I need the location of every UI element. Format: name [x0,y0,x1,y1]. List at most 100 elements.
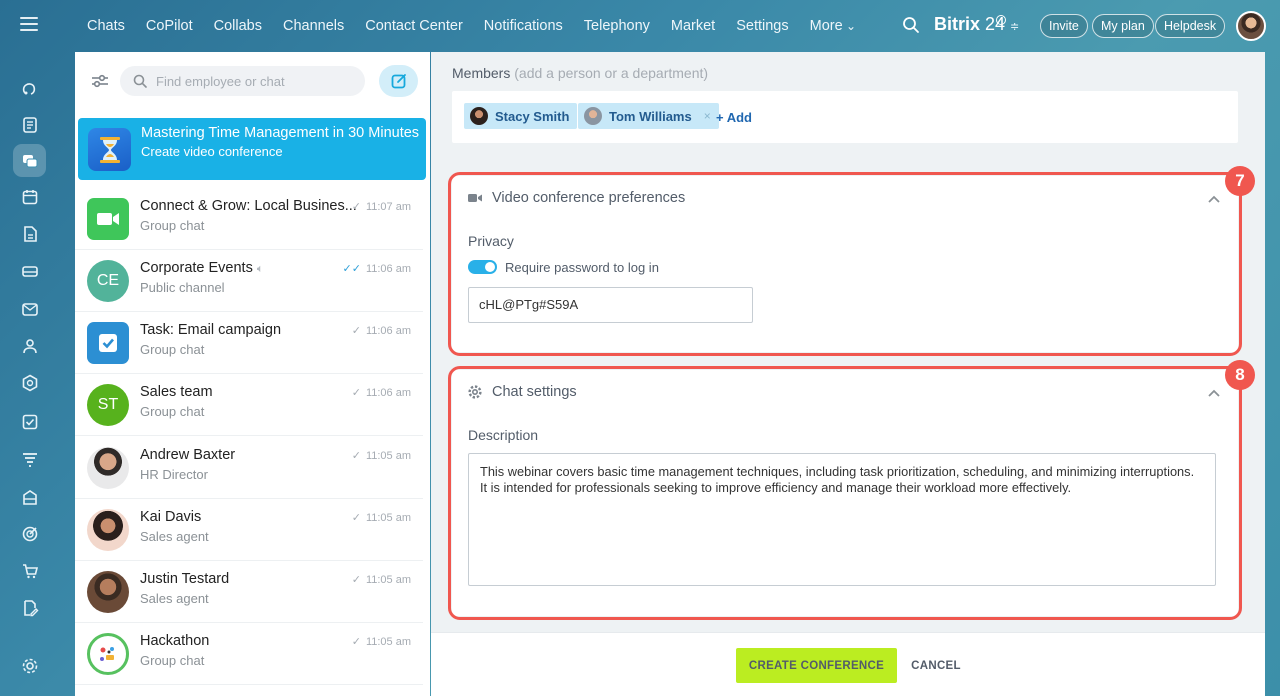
chat-item-kai-davis[interactable]: Kai Davis Sales agent ✓ 11:05 am [75,499,423,561]
member-chip-stacy-smith[interactable]: Stacy Smith [464,103,578,129]
nav-notifications[interactable]: Notifications [484,18,563,34]
password-input[interactable]: cHL@PTg#S59A [468,287,753,323]
chat-time: ✓ 11:05 am [351,512,411,524]
chat-time: ✓ 11:06 am [351,325,411,337]
sliders-icon[interactable]: ≑ [1010,20,1019,33]
user-avatar[interactable] [1236,11,1266,41]
read-check-icon: ✓ [351,574,361,586]
filter-icon[interactable] [90,72,110,90]
nav-more[interactable]: More [810,18,856,34]
video-camera-icon [468,194,482,202]
form-footer: CREATE CONFERENCE CANCEL [431,632,1265,696]
chat-name: Kai Davis [140,509,202,525]
chat-search-input[interactable]: Find employee or chat [120,66,365,96]
avatar [584,107,602,125]
chat-type: Group chat [140,218,205,233]
chat-settings-section: Chat settings Description This webinar c… [452,370,1238,616]
chat-item-andrew-baxter[interactable]: Andrew Baxter HR Director ✓ 11:05 am [75,437,423,499]
hexagon-icon[interactable] [13,366,46,399]
nav-telephony[interactable]: Telephony [584,18,650,34]
top-nav: Chats CoPilot Collabs Channels Contact C… [87,0,877,52]
chat-name: Task: Email campaign [140,322,282,338]
chevron-up-icon[interactable] [1206,191,1222,207]
nav-channels[interactable]: Channels [283,18,344,34]
feed-icon[interactable] [13,72,46,105]
menu-icon[interactable] [20,17,38,31]
avatar [87,571,129,613]
add-member-link[interactable]: + Add [716,110,752,125]
chat-item-hackathon[interactable]: Hackathon Group chat ✓ 11:05 am [75,623,423,685]
clock-icon [996,15,1006,25]
brand-logo[interactable]: Bitrix 24 [934,14,1005,35]
building-icon[interactable] [13,480,46,513]
search-icon[interactable] [902,16,920,34]
helpdesk-button[interactable]: Helpdesk [1155,14,1226,38]
hackathon-icon [87,633,129,675]
drive-icon[interactable] [13,254,46,287]
invite-button[interactable]: Invite [1040,14,1088,38]
section-title: Video conference preferences [492,190,686,206]
cancel-button[interactable]: CANCEL [907,648,965,683]
read-check-icon: ✓ [351,387,361,399]
member-chip-tom-williams[interactable]: Tom Williams × [578,103,719,129]
read-check-icon: ✓ [351,512,361,524]
require-password-toggle[interactable] [468,260,497,274]
video-conference-preferences-section: Video conference preferences Privacy Req… [452,176,1238,352]
mail-icon[interactable] [13,292,46,325]
chat-item-email-campaign[interactable]: Task: Email campaign Group chat ✓ 11:06 a… [75,312,423,374]
require-password-label: Require password to log in [505,260,659,275]
nav-chats[interactable]: Chats [87,18,125,34]
nav-settings[interactable]: Settings [736,18,788,34]
nav-contact-center[interactable]: Contact Center [365,18,463,34]
target-icon[interactable] [13,517,46,550]
chat-item-corporate-events[interactable]: CE Corporate Events 🔈︎ Public channel ✓✓… [75,250,423,312]
chat-icon[interactable] [13,144,46,177]
chat-type: Group chat [140,342,205,357]
avatar [470,107,488,125]
tasks-icon[interactable] [13,405,46,438]
members-label: Members (add a person or a department) [452,65,709,81]
chat-name: Hackathon [140,633,210,649]
task-icon [87,322,129,364]
chat-name: Sales team [140,384,213,400]
description-label: Description [468,427,539,443]
chat-name: Andrew Baxter [140,447,236,463]
member-name: Stacy Smith [495,108,570,124]
chat-item-justin-testard[interactable]: Justin Testard Sales agent ✓ 11:05 am [75,561,423,623]
new-chat-button[interactable] [379,65,418,97]
news-icon[interactable] [13,108,46,141]
edit-doc-icon[interactable] [13,591,46,624]
document-icon[interactable] [13,217,46,250]
chat-type: Group chat [140,404,205,419]
description-textarea[interactable]: This webinar covers basic time managemen… [468,453,1216,586]
chat-time: ✓ 11:05 am [351,574,411,586]
chat-role: HR Director [140,467,208,482]
compose-icon [391,74,406,89]
read-double-check-icon: ✓✓ [342,263,361,275]
settings-icon[interactable] [13,649,46,682]
contacts-icon[interactable] [13,329,46,362]
remove-member-icon[interactable]: × [704,109,711,123]
chat-subtitle: Create video conference [141,144,283,159]
step-badge-8: 8 [1225,360,1255,390]
create-conference-button[interactable]: CREATE CONFERENCE [736,648,897,683]
cart-icon[interactable] [13,554,46,587]
my-plan-button[interactable]: My plan [1092,14,1154,38]
search-placeholder: Find employee or chat [156,74,285,89]
members-field[interactable]: Stacy Smith Tom Williams × + Add [452,91,1238,143]
funnel-icon[interactable] [13,442,46,475]
chat-item-sales-team[interactable]: ST Sales team Group chat ✓ 11:06 am [75,374,423,436]
nav-collabs[interactable]: Collabs [214,18,262,34]
nav-copilot[interactable]: CoPilot [146,18,193,34]
chat-item-connect-grow[interactable]: Connect & Grow: Local Busines... Group c… [75,188,423,250]
avatar [87,509,129,551]
calendar-icon[interactable] [13,180,46,213]
chat-time: ✓ 11:05 am [351,450,411,462]
chat-item-active[interactable]: Mastering Time Management in 30 Minutes … [78,118,426,180]
chevron-up-icon[interactable] [1206,385,1222,401]
read-check-icon: ✓ [351,201,361,213]
section-title: Chat settings [492,384,577,400]
conference-form: Members (add a person or a department) S… [431,52,1265,696]
nav-market[interactable]: Market [671,18,715,34]
gear-icon [468,385,482,399]
